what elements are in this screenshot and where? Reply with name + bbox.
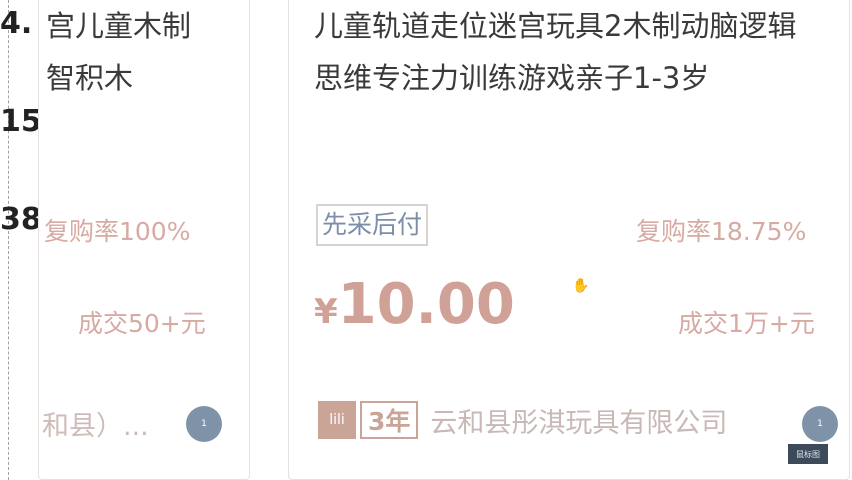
- right-card-deal-amount: 成交1万+元: [678, 309, 815, 338]
- left-card-shop-name[interactable]: 和县）...: [42, 404, 149, 443]
- shop-info[interactable]: lili 3年 云和县彤淇玩具有限公司: [318, 398, 727, 442]
- corner-tag: 鼠标图: [788, 444, 828, 464]
- left-guide-line: [8, 0, 9, 480]
- shop-name[interactable]: 云和县彤淇玩具有限公司: [430, 401, 727, 440]
- left-card-repurchase-rate: 复购率100%: [44, 217, 191, 246]
- price: ¥10.00: [314, 272, 515, 337]
- side-number-1: 4.: [0, 6, 33, 41]
- chat-icon: 1: [201, 419, 207, 429]
- side-number-2: 15: [0, 104, 42, 139]
- shop-years-badge: 3年: [360, 401, 419, 439]
- left-card-chat-button[interactable]: 1: [186, 406, 222, 442]
- right-card-title-line2[interactable]: 思维专注力训练游戏亲子1-3岁: [314, 52, 709, 104]
- side-number-3: 38: [0, 202, 42, 237]
- left-card-deal-amount: 成交50+元: [78, 309, 206, 338]
- left-card-title-line1[interactable]: 宫儿童木制: [46, 0, 191, 52]
- right-card-repurchase-rate: 复购率18.75%: [636, 217, 807, 246]
- left-card-title-line2[interactable]: 智积木: [46, 52, 133, 104]
- price-currency: ¥: [314, 292, 338, 332]
- right-card-chat-button[interactable]: 1: [802, 406, 838, 442]
- price-value: 10.00: [337, 272, 515, 337]
- hand-cursor-icon: ✋: [572, 278, 590, 294]
- pay-later-badge: 先采后付: [316, 204, 429, 246]
- chat-icon: 1: [817, 419, 823, 429]
- shop-icon-label: lili: [329, 412, 345, 428]
- right-card-title-line1[interactable]: 儿童轨道走位迷宫玩具2木制动脑逻辑: [314, 0, 796, 52]
- shop-icon: lili: [318, 401, 356, 439]
